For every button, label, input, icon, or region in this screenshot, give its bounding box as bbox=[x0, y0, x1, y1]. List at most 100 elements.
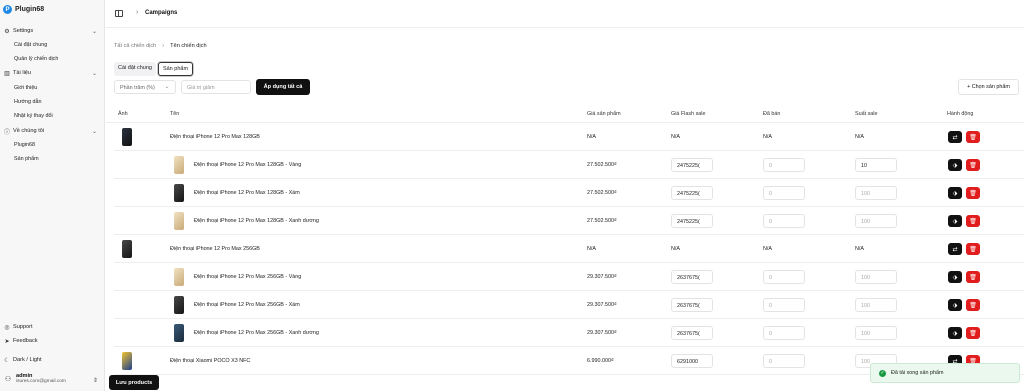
product-name: Điện thoại iPhone 12 Pro Max 256GB - Xám bbox=[194, 302, 300, 308]
tag-icon[interactable]: ⬗ bbox=[948, 327, 962, 339]
sold-input[interactable]: 0 bbox=[763, 158, 805, 172]
flash-price-input[interactable]: 2637675( bbox=[671, 298, 713, 312]
apply-all-button[interactable]: Áp dụng tất cả bbox=[256, 79, 310, 95]
flash-price-input[interactable]: 2475225( bbox=[671, 214, 713, 228]
sidebar-item-products[interactable]: Sản phẩm bbox=[14, 156, 39, 162]
sold-input[interactable]: 0 bbox=[763, 214, 805, 228]
sub-breadcrumb: Tất cả chiến dịch › Tên chiến dịch bbox=[114, 43, 207, 49]
flash-price-input[interactable]: 2475225( bbox=[671, 186, 713, 200]
sale-slots-input[interactable]: 10 bbox=[855, 158, 897, 172]
tag-icon[interactable]: ⬗ bbox=[948, 299, 962, 311]
product-price: 27.502.500₫ bbox=[587, 218, 617, 224]
breadcrumb-all-campaigns[interactable]: Tất cả chiến dịch bbox=[114, 43, 156, 49]
sold-input[interactable]: 0 bbox=[763, 186, 805, 200]
sidebar-section-about[interactable]: ⓘ Về chúng tôi ⌄ bbox=[4, 128, 101, 136]
sidebar: P Plugin68 ⚙ Settings ⌄ Cài đặt chung Qu… bbox=[0, 0, 105, 391]
section-label: Tài liệu bbox=[13, 70, 32, 76]
col-actions: Hành động bbox=[947, 111, 974, 117]
trash-icon[interactable]: 🗑 bbox=[966, 327, 980, 339]
table-row: Điện thoại iPhone 12 Pro Max 128GB N/A N/A… bbox=[114, 123, 1024, 151]
sidebar-section-docs[interactable]: ▥ Tài liệu ⌄ bbox=[4, 70, 101, 77]
tab-products[interactable]: Sản phẩm bbox=[157, 62, 194, 76]
book-icon: ▥ bbox=[4, 70, 10, 77]
sale-slots-input[interactable]: 100 bbox=[855, 326, 897, 340]
trash-icon[interactable]: 🗑 bbox=[966, 187, 980, 199]
brand[interactable]: P Plugin68 bbox=[3, 5, 44, 14]
flash-price: N/A bbox=[671, 246, 680, 252]
flash-price-input[interactable]: 2475225( bbox=[671, 158, 713, 172]
sold-input[interactable]: 0 bbox=[763, 270, 805, 284]
sidebar-item-intro[interactable]: Giới thiệu bbox=[14, 85, 37, 91]
sold-input[interactable]: 0 bbox=[763, 354, 805, 368]
gear-icon: ⚙ bbox=[4, 28, 10, 35]
app-name: Plugin68 bbox=[15, 6, 45, 13]
chevron-updown-icon[interactable]: ⇕ bbox=[93, 377, 98, 384]
lifebuoy-icon: ◎ bbox=[4, 324, 10, 331]
flash-price: N/A bbox=[671, 134, 680, 140]
col-flash-price: Giá Flash sale bbox=[671, 111, 706, 117]
tag-icon[interactable]: ⬗ bbox=[948, 187, 962, 199]
sale-slots-input[interactable]: 100 bbox=[855, 186, 897, 200]
product-thumbnail bbox=[174, 212, 184, 230]
sidebar-toggle-icon[interactable] bbox=[115, 10, 123, 17]
sold-input[interactable]: 0 bbox=[763, 326, 805, 340]
theme-toggle[interactable]: ☾ Dark / Light bbox=[4, 357, 101, 364]
sale-slots-input[interactable]: 100 bbox=[855, 270, 897, 284]
tab-general[interactable]: Cài đặt chung bbox=[114, 62, 156, 76]
trash-icon[interactable]: 🗑 bbox=[966, 271, 980, 283]
feedback-link[interactable]: ➤ Feedback bbox=[4, 338, 101, 345]
trash-icon[interactable]: 🗑 bbox=[966, 215, 980, 227]
product-price: N/A bbox=[587, 246, 596, 252]
chevron-down-icon: ⌄ bbox=[91, 28, 97, 35]
table-header: Ảnh Tên Giá sản phẩm Giá Flash sale Đã b… bbox=[106, 106, 1024, 123]
trash-icon[interactable]: 🗑 bbox=[966, 243, 980, 255]
swap-icon[interactable]: ⇄ bbox=[948, 131, 962, 143]
tag-icon[interactable]: ⬗ bbox=[948, 159, 962, 171]
user-avatar-icon: ⚇ bbox=[4, 375, 12, 383]
col-name: Tên bbox=[170, 111, 180, 117]
tag-icon[interactable]: ⬗ bbox=[948, 215, 962, 227]
table-row: Điện thoại iPhone 12 Pro Max 128GB - Vàn… bbox=[114, 151, 1024, 179]
flash-price-input[interactable]: 2637675( bbox=[671, 270, 713, 284]
sidebar-item-changelog[interactable]: Nhật ký thay đổi bbox=[14, 113, 53, 119]
trash-icon[interactable]: 🗑 bbox=[966, 131, 980, 143]
product-thumbnail bbox=[122, 128, 132, 146]
discount-value-input[interactable]: Giá trị giảm bbox=[181, 80, 251, 94]
sold-count: N/A bbox=[763, 246, 772, 252]
product-name: Điện thoại iPhone 12 Pro Max 256GB - Vàn… bbox=[194, 274, 302, 280]
theme-label: Dark / Light bbox=[13, 357, 42, 363]
discount-type-select[interactable]: Phần trăm (%) ⌄ bbox=[114, 80, 176, 94]
sold-input[interactable]: 0 bbox=[763, 298, 805, 312]
choose-products-button[interactable]: + Chọn sản phẩm bbox=[958, 79, 1019, 95]
trash-icon[interactable]: 🗑 bbox=[966, 299, 980, 311]
breadcrumb: Campaigns bbox=[145, 10, 178, 16]
table-row: Điện thoại iPhone 12 Pro Max 256GB N/A N/A… bbox=[114, 235, 1024, 263]
table-row: Điện thoại iPhone 12 Pro Max 256GB - Xám… bbox=[114, 291, 1024, 319]
tag-icon[interactable]: ⬗ bbox=[948, 271, 962, 283]
chevron-right-icon: › bbox=[136, 9, 139, 16]
save-products-button[interactable]: Lưu products bbox=[109, 375, 159, 390]
sidebar-section-settings[interactable]: ⚙ Settings ⌄ bbox=[4, 28, 101, 35]
product-name: Điện thoại iPhone 12 Pro Max 256GB - Xan… bbox=[194, 330, 319, 336]
flash-price-input[interactable]: 2637675( bbox=[671, 326, 713, 340]
product-price: 27.502.500₫ bbox=[587, 190, 617, 196]
sale-slots: N/A bbox=[855, 134, 864, 140]
product-thumbnail bbox=[122, 240, 132, 258]
user-menu[interactable]: ⚇ admin isures.com@gmail.com bbox=[4, 373, 66, 384]
user-email: isures.com@gmail.com bbox=[16, 379, 66, 384]
support-link[interactable]: ◎ Support bbox=[4, 324, 101, 331]
swap-icon[interactable]: ⇄ bbox=[948, 243, 962, 255]
sale-slots-input[interactable]: 100 bbox=[855, 214, 897, 228]
flash-price-input[interactable]: 6291000 bbox=[671, 354, 713, 368]
sidebar-item-guide[interactable]: Hướng dẫn bbox=[14, 99, 42, 105]
sidebar-item-campaigns[interactable]: Quản lý chiến dịch bbox=[14, 56, 58, 62]
top-bar: › Campaigns bbox=[106, 0, 1024, 28]
product-thumbnail bbox=[174, 268, 184, 286]
product-thumbnail bbox=[174, 296, 184, 314]
col-image: Ảnh bbox=[118, 111, 128, 117]
info-icon: ⓘ bbox=[4, 129, 11, 136]
sale-slots-input[interactable]: 100 bbox=[855, 298, 897, 312]
sidebar-item-general-settings[interactable]: Cài đặt chung bbox=[14, 42, 47, 48]
sidebar-item-plugin68[interactable]: Plugin68 bbox=[14, 142, 35, 148]
trash-icon[interactable]: 🗑 bbox=[966, 159, 980, 171]
